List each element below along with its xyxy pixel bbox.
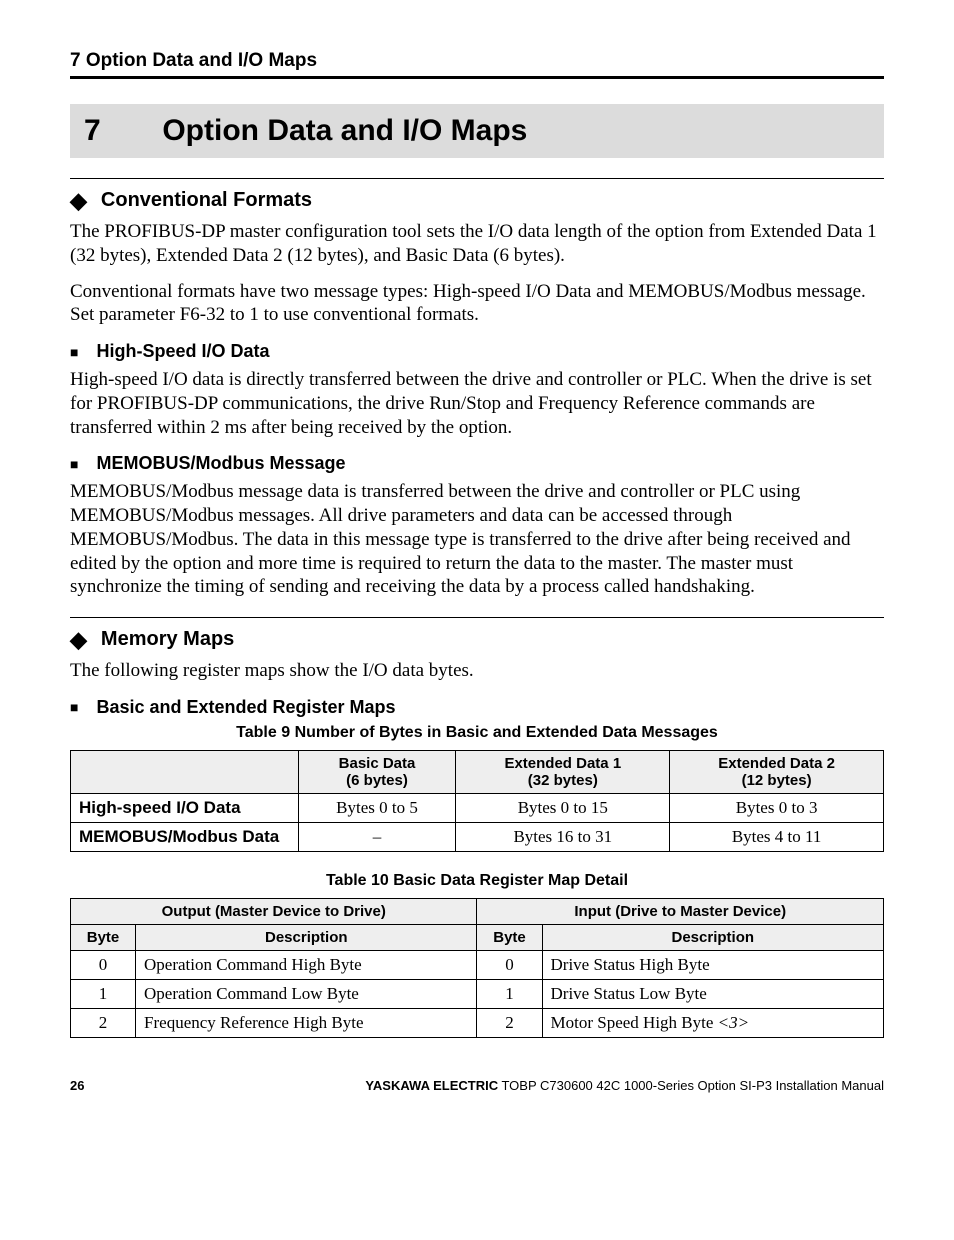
cell: Bytes 4 to 11 xyxy=(670,822,884,851)
table-row: 1 Operation Command Low Byte 1 Drive Sta… xyxy=(71,979,884,1008)
cell: Motor Speed High Byte <3> xyxy=(542,1008,883,1037)
row-label: MEMOBUS/Modbus Data xyxy=(71,822,299,851)
diamond-icon: ◆ xyxy=(70,190,87,212)
cell: Bytes 0 to 15 xyxy=(456,793,670,822)
table-group-header: Output (Master Device to Drive) xyxy=(71,898,477,924)
paragraph: MEMOBUS/Modbus message data is transferr… xyxy=(70,480,884,599)
page-footer: 26 YASKAWA ELECTRIC TOBP C730600 42C 100… xyxy=(70,1078,884,1093)
table-row: 0 Operation Command High Byte 0 Drive St… xyxy=(71,950,884,979)
paragraph: The PROFIBUS-DP master configuration too… xyxy=(70,220,884,268)
table-row: MEMOBUS/Modbus Data – Bytes 16 to 31 Byt… xyxy=(71,822,884,851)
chapter-title-bar: 7 Option Data and I/O Maps xyxy=(70,104,884,158)
cell: Operation Command High Byte xyxy=(136,950,477,979)
cell: Frequency Reference High Byte xyxy=(136,1008,477,1037)
table-row: High-speed I/O Data Bytes 0 to 5 Bytes 0… xyxy=(71,793,884,822)
table-header: Extended Data 2(12 bytes) xyxy=(670,750,884,793)
table-row: 2 Frequency Reference High Byte 2 Motor … xyxy=(71,1008,884,1037)
cell: Bytes 0 to 3 xyxy=(670,793,884,822)
cell: Drive Status Low Byte xyxy=(542,979,883,1008)
chapter-title: Option Data and I/O Maps xyxy=(162,114,527,147)
paragraph: The following register maps show the I/O… xyxy=(70,659,884,683)
paragraph: Conventional formats have two message ty… xyxy=(70,280,884,328)
cell: 1 xyxy=(71,979,136,1008)
cell: – xyxy=(298,822,456,851)
footer-doc-id: YASKAWA ELECTRIC TOBP C730600 42C 1000-S… xyxy=(365,1078,884,1093)
table-header: Byte xyxy=(71,924,136,950)
diamond-icon: ◆ xyxy=(70,629,87,651)
page-number: 26 xyxy=(70,1078,84,1093)
cell: 2 xyxy=(71,1008,136,1037)
table-header: Extended Data 1(32 bytes) xyxy=(456,750,670,793)
table-header xyxy=(71,750,299,793)
section-title: Memory Maps xyxy=(101,628,234,651)
table-header: Byte xyxy=(477,924,542,950)
square-icon: ■ xyxy=(70,344,78,360)
row-label: High-speed I/O Data xyxy=(71,793,299,822)
table-9-caption: Table 9 Number of Bytes in Basic and Ext… xyxy=(70,724,884,742)
square-icon: ■ xyxy=(70,699,78,715)
running-header: 7 Option Data and I/O Maps xyxy=(70,50,884,79)
cell: Bytes 0 to 5 xyxy=(298,793,456,822)
table-10: Output (Master Device to Drive) Input (D… xyxy=(70,898,884,1038)
table-group-header: Input (Drive to Master Device) xyxy=(477,898,884,924)
section-title: Conventional Formats xyxy=(101,189,312,212)
section-memory-maps: ◆ Memory Maps The following register map… xyxy=(70,617,884,1038)
cell: Drive Status High Byte xyxy=(542,950,883,979)
section-conventional-formats: ◆ Conventional Formats The PROFIBUS-DP m… xyxy=(70,178,884,599)
square-icon: ■ xyxy=(70,456,78,472)
cell: Bytes 16 to 31 xyxy=(456,822,670,851)
cell: Operation Command Low Byte xyxy=(136,979,477,1008)
paragraph: High-speed I/O data is directly transfer… xyxy=(70,368,884,439)
cell: 0 xyxy=(71,950,136,979)
subsection-title: MEMOBUS/Modbus Message xyxy=(96,453,345,474)
table-9: Basic Data(6 bytes) Extended Data 1(32 b… xyxy=(70,750,884,852)
subsection-title: High-Speed I/O Data xyxy=(96,341,269,362)
table-header: Basic Data(6 bytes) xyxy=(298,750,456,793)
chapter-number: 7 xyxy=(84,114,154,148)
cell: 0 xyxy=(477,950,542,979)
table-header: Description xyxy=(136,924,477,950)
table-header: Description xyxy=(542,924,883,950)
footnote-ref: <3> xyxy=(718,1013,749,1032)
cell: 2 xyxy=(477,1008,542,1037)
subsection-title: Basic and Extended Register Maps xyxy=(96,697,395,718)
cell: 1 xyxy=(477,979,542,1008)
table-10-caption: Table 10 Basic Data Register Map Detail xyxy=(70,872,884,890)
